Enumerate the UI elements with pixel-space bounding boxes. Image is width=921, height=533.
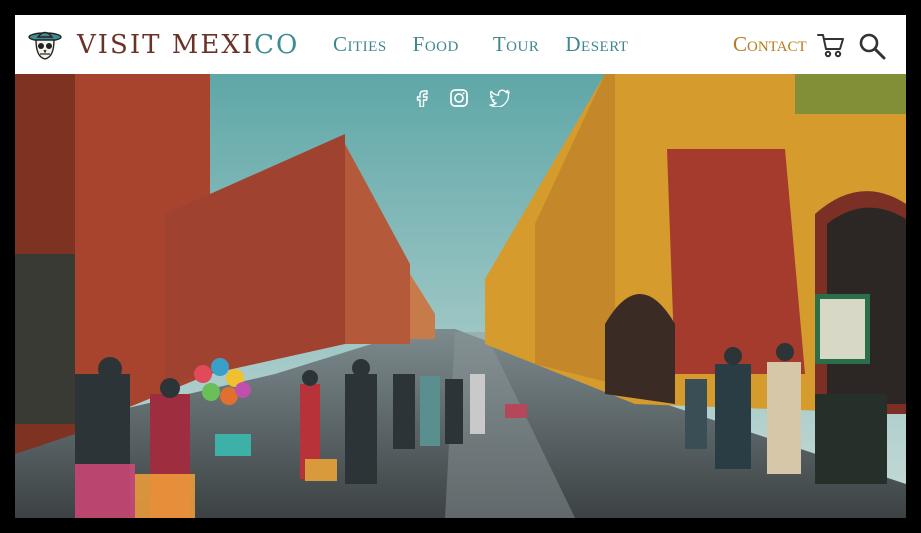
search-icon[interactable] — [858, 32, 886, 60]
nav-link-tour[interactable]: Tour — [493, 32, 540, 57]
brand[interactable]: VISIT MEXICO — [27, 25, 299, 65]
shopping-cart-icon[interactable] — [817, 32, 845, 58]
sombrero-skull-icon — [28, 31, 62, 60]
contact-link[interactable]: Contact — [733, 32, 807, 57]
social-links — [415, 88, 531, 112]
hero-street-photo — [15, 74, 906, 518]
nav-link-desert[interactable]: Desert — [565, 32, 628, 57]
facebook-icon[interactable] — [415, 89, 429, 111]
twitter-icon[interactable] — [489, 89, 511, 111]
brand-name-tail: CO — [254, 30, 300, 60]
main-menu: Cities Food Tour Desert — [333, 32, 654, 57]
brand-name: VISIT MEXICO — [77, 30, 299, 60]
brand-name-main: VISIT MEXI — [77, 30, 255, 60]
app-window: VISIT MEXICO Cities Food Tour Desert Con… — [15, 15, 906, 518]
instagram-icon[interactable] — [449, 88, 469, 112]
nav-link-food[interactable]: Food — [413, 32, 459, 57]
top-navigation: VISIT MEXICO Cities Food Tour Desert Con… — [15, 15, 906, 74]
hero-photo-illustration — [15, 74, 906, 518]
nav-link-cities[interactable]: Cities — [333, 32, 387, 57]
